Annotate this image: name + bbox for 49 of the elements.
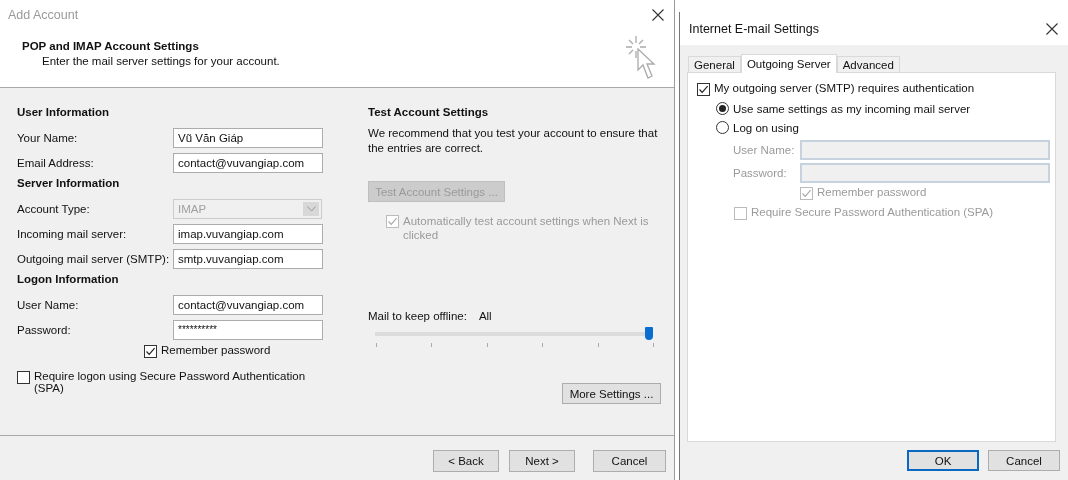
dialog-button[interactable]: OK <box>907 450 979 471</box>
close-icon[interactable] <box>652 9 664 21</box>
checkbox[interactable] <box>144 345 157 358</box>
field-label: User Name: <box>17 298 80 311</box>
more-settings-button[interactable]: More Settings ... <box>562 383 661 404</box>
offline-label: Mail to keep offline: <box>368 310 467 322</box>
field-label: Incoming mail server: <box>17 227 128 240</box>
dialog-button[interactable]: Next > <box>509 450 575 472</box>
checkbox-label: Remember password <box>817 186 927 198</box>
tab[interactable]: Outgoing Server <box>740 54 837 73</box>
checkbox[interactable] <box>17 371 30 384</box>
field-label: Password: <box>733 167 788 179</box>
radio-label: Log on using <box>733 121 799 134</box>
dialog-button[interactable]: < Back <box>433 450 499 472</box>
section-heading: User Information <box>17 106 110 120</box>
tab[interactable]: Advanced <box>836 56 900 72</box>
window-title: Add Account <box>8 8 79 22</box>
section-heading: Test Account Settings <box>368 106 490 120</box>
close-icon[interactable] <box>1046 22 1058 35</box>
dialog-button[interactable]: Cancel <box>988 450 1060 471</box>
header-title: POP and IMAP Account Settings <box>22 40 200 52</box>
input-field[interactable]: Vũ Văn Giáp <box>173 127 323 148</box>
checkbox[interactable] <box>697 83 710 96</box>
checkbox-label: Automatically test account settings when Next is clicked <box>403 214 650 242</box>
slider-thumb[interactable] <box>645 327 653 340</box>
field-label: Email Address: <box>17 156 95 169</box>
section-heading: Server Information <box>17 177 121 191</box>
input-field[interactable]: smtp.vuvangiap.com <box>173 248 323 269</box>
section-heading: Logon Information <box>17 273 120 287</box>
description-text: We recommend that you test your account to ensure that the entries are correct. <box>368 126 659 156</box>
offline-value: All <box>478 310 492 322</box>
field-label: Outgoing mail server (SMTP): <box>17 252 171 265</box>
tab[interactable]: General <box>688 56 741 72</box>
header-subtitle: Enter the mail server settings for your account. <box>42 55 280 67</box>
input-field[interactable]: contact@vuvangiap.com <box>173 152 323 173</box>
field-label: Account Type: <box>17 202 91 215</box>
input-field[interactable]: contact@vuvangiap.com <box>173 294 323 315</box>
checkbox-label: Remember password <box>161 344 271 356</box>
checkbox-label: Require Secure Password Authentication (SPA) <box>751 206 994 218</box>
input-field[interactable]: imap.vuvangiap.com <box>173 223 323 244</box>
checkbox-label: My outgoing server (SMTP) requires authentication <box>714 82 975 94</box>
field-label: Your Name: <box>17 131 79 144</box>
password-field[interactable]: ********** <box>173 319 323 340</box>
window-title: Internet E-mail Settings <box>689 21 819 36</box>
field-label: User Name: <box>733 144 796 156</box>
field-label: Password: <box>17 323 72 336</box>
dialog-button[interactable]: Cancel <box>593 450 666 472</box>
checkbox-label: Require logon using Secure Password Authentication (SPA) <box>34 370 307 394</box>
radio-label: Use same settings as my incoming mail server <box>733 102 971 115</box>
